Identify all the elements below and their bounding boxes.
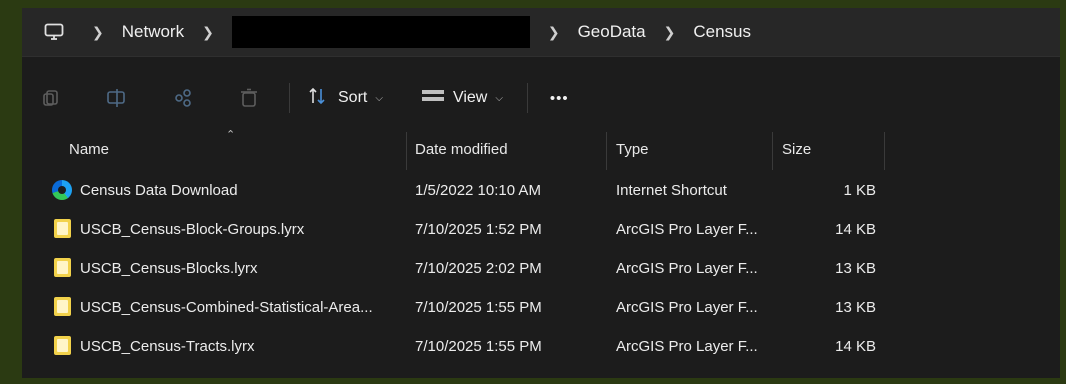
sort-label: Sort <box>338 89 368 106</box>
rename-icon[interactable] <box>105 86 129 110</box>
chevron-right-icon[interactable]: ❯ <box>92 24 104 41</box>
file-type: ArcGIS Pro Layer F... <box>616 298 758 316</box>
file-explorer-window: ❯ Network ❯ ❯ GeoData ❯ Census Sort ⌵ Vi… <box>22 8 1060 378</box>
edge-shortcut-icon <box>52 180 72 200</box>
file-name: USCB_Census-Block-Groups.lyrx <box>80 220 305 238</box>
file-size: 14 KB <box>835 220 876 238</box>
layer-file-icon <box>52 219 72 239</box>
file-size: 1 KB <box>843 181 876 199</box>
file-row[interactable]: USCB_Census-Blocks.lyrx 7/10/2025 2:02 P… <box>22 249 1060 287</box>
toolbar-separator <box>289 83 290 113</box>
redacted-breadcrumb <box>231 16 530 48</box>
file-date-modified: 7/10/2025 1:52 PM <box>415 220 542 238</box>
column-header-type[interactable]: Type <box>616 128 649 170</box>
command-bar: Sort ⌵ View ⌵ ••• <box>22 72 1060 124</box>
column-header-row: ⌃ Name Date modified Type Size <box>22 128 1060 170</box>
layer-file-icon <box>52 336 72 356</box>
address-bar[interactable]: ❯ Network ❯ ❯ GeoData ❯ Census <box>22 8 1060 57</box>
column-header-name[interactable]: Name <box>69 128 109 170</box>
column-divider[interactable] <box>406 132 407 170</box>
column-divider[interactable] <box>606 132 607 170</box>
more-options-button[interactable]: ••• <box>550 90 569 107</box>
layer-file-icon <box>52 258 72 278</box>
file-date-modified: 1/5/2022 10:10 AM <box>415 181 541 199</box>
column-divider[interactable] <box>772 132 773 170</box>
view-button[interactable]: View ⌵ <box>421 88 503 109</box>
sort-button[interactable]: Sort ⌵ <box>308 87 383 110</box>
chevron-right-icon[interactable]: ❯ <box>202 24 214 41</box>
file-name: USCB_Census-Blocks.lyrx <box>80 259 258 277</box>
file-name: USCB_Census-Tracts.lyrx <box>80 337 255 355</box>
file-row[interactable]: USCB_Census-Block-Groups.lyrx 7/10/2025 … <box>22 210 1060 248</box>
file-row[interactable]: USCB_Census-Tracts.lyrx 7/10/2025 1:55 P… <box>22 327 1060 365</box>
breadcrumb-census[interactable]: Census <box>693 22 751 42</box>
file-name: USCB_Census-Combined-Statistical-Area... <box>80 298 373 316</box>
file-size: 13 KB <box>835 298 876 316</box>
file-size: 13 KB <box>835 259 876 277</box>
this-pc-icon[interactable] <box>44 23 66 41</box>
chevron-down-icon: ⌵ <box>375 92 383 104</box>
breadcrumb-network[interactable]: Network <box>122 22 184 42</box>
layer-file-icon <box>52 297 72 317</box>
chevron-right-icon[interactable]: ❯ <box>548 24 560 41</box>
share-icon[interactable] <box>171 86 195 110</box>
file-date-modified: 7/10/2025 1:55 PM <box>415 337 542 355</box>
copy-icon[interactable] <box>39 86 63 110</box>
delete-icon[interactable] <box>237 86 261 110</box>
file-type: ArcGIS Pro Layer F... <box>616 220 758 238</box>
file-date-modified: 7/10/2025 2:02 PM <box>415 259 542 277</box>
file-date-modified: 7/10/2025 1:55 PM <box>415 298 542 316</box>
breadcrumb-geodata[interactable]: GeoData <box>578 22 646 42</box>
toolbar-separator <box>526 83 528 113</box>
more-icon: ••• <box>549 89 569 107</box>
column-header-date-modified[interactable]: Date modified <box>415 128 508 170</box>
file-type: Internet Shortcut <box>616 181 727 199</box>
file-size: 14 KB <box>835 337 876 355</box>
chevron-right-icon[interactable]: ❯ <box>664 24 676 41</box>
chevron-down-icon: ⌵ <box>495 92 503 104</box>
file-type: ArcGIS Pro Layer F... <box>616 337 758 355</box>
file-row[interactable]: USCB_Census-Combined-Statistical-Area...… <box>22 288 1060 326</box>
file-name: Census Data Download <box>80 181 238 199</box>
file-type: ArcGIS Pro Layer F... <box>616 259 758 277</box>
sort-icon <box>308 87 330 110</box>
column-divider[interactable] <box>884 132 885 170</box>
view-label: View <box>452 89 488 106</box>
view-icon <box>421 88 445 109</box>
file-row[interactable]: Census Data Download 1/5/2022 10:10 AM I… <box>22 171 1060 209</box>
sort-ascending-icon: ⌃ <box>226 129 236 141</box>
column-header-size[interactable]: Size <box>782 128 811 170</box>
